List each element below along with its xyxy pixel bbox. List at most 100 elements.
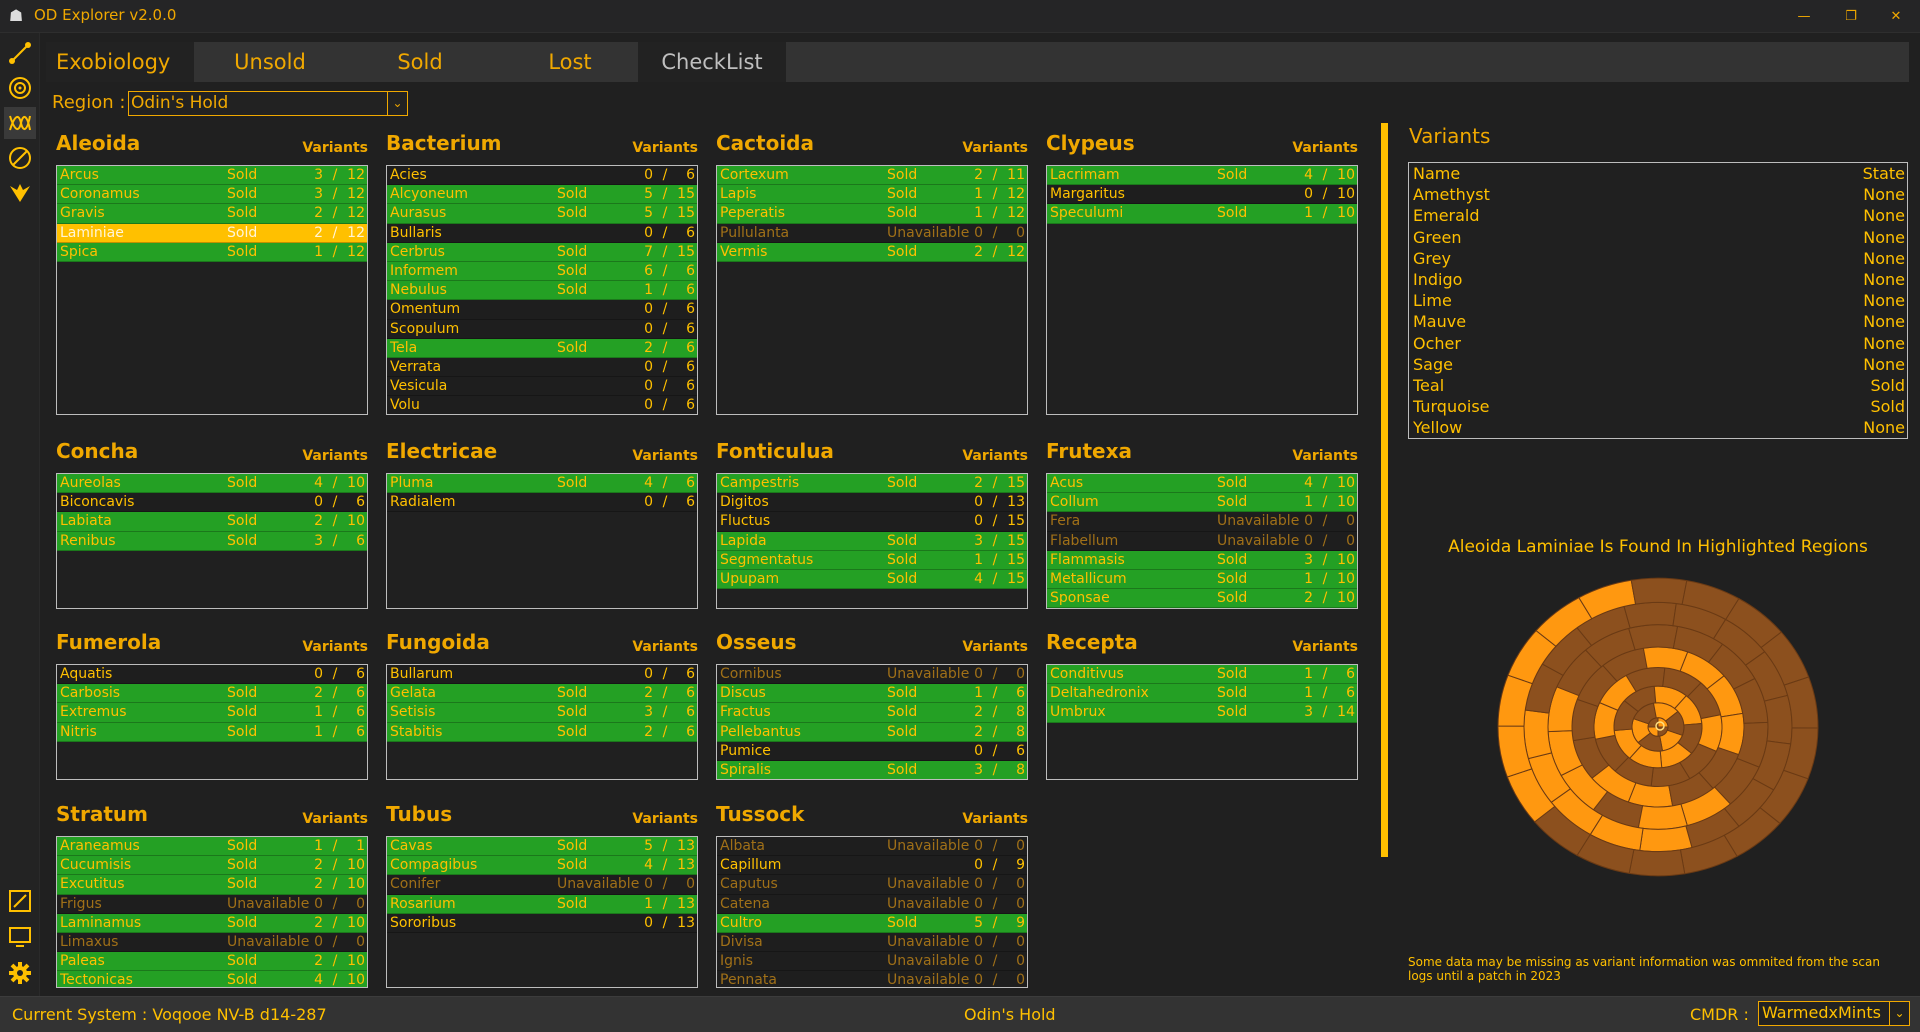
tab-exobiology[interactable]: Exobiology [46, 42, 194, 82]
close-button[interactable]: ✕ [1874, 4, 1918, 30]
tab-lost[interactable]: Lost [496, 42, 644, 82]
chevron-down-icon[interactable]: ⌄ [387, 92, 407, 115]
species-row[interactable]: Renibus Sold 3 / 6 [57, 531, 367, 551]
species-row[interactable]: Omentum 0 / 6 [387, 300, 697, 320]
species-row[interactable]: Conifer Unavailable 0/0 [387, 875, 697, 895]
species-row[interactable]: Spiralis Sold 3 / 8 [717, 760, 1027, 779]
species-row[interactable]: Vesicula 0 / 6 [387, 377, 697, 397]
variant-row[interactable]: Ocher None [1409, 333, 1907, 354]
species-row[interactable]: Cortexum Sold 2 / 11 [717, 166, 1027, 186]
species-row[interactable]: Carbosis Sold 2 / 6 [57, 684, 367, 704]
species-row[interactable]: Pullulanta Unavailable 0/0 [717, 223, 1027, 243]
species-row[interactable]: Tela Sold 2 / 6 [387, 338, 697, 358]
species-row[interactable]: Nebulus Sold 1 / 6 [387, 281, 697, 301]
variant-row[interactable]: Indigo None [1409, 269, 1907, 290]
species-row[interactable]: Alcyoneum Sold 5 / 15 [387, 185, 697, 205]
variant-row[interactable]: Emerald None [1409, 205, 1907, 226]
species-row[interactable]: Compagibus Sold 4 / 13 [387, 856, 697, 876]
minimize-button[interactable]: — [1782, 4, 1826, 30]
species-row[interactable]: Spica Sold 1 / 12 [57, 242, 367, 262]
species-row[interactable]: Excutitus Sold 2 / 10 [57, 875, 367, 895]
wings-icon[interactable] [4, 177, 36, 209]
dna-icon[interactable] [4, 107, 36, 139]
species-row[interactable]: Ignis Unavailable 0/0 [717, 952, 1027, 972]
species-row[interactable]: Capillum 0 / 9 [717, 856, 1027, 876]
species-row[interactable]: Verrata 0 / 6 [387, 357, 697, 378]
tab-checklist[interactable]: CheckList [638, 42, 786, 82]
species-row[interactable]: Margaritus 0 / 10 [1047, 185, 1357, 205]
species-row[interactable]: Fera Unavailable 0/0 [1047, 512, 1357, 532]
species-row[interactable]: Lapis Sold 1 / 12 [717, 185, 1027, 205]
species-row[interactable]: Metallicum Sold 1 / 10 [1047, 569, 1357, 590]
species-row[interactable]: Arcus Sold 3 / 12 [57, 166, 367, 186]
species-row[interactable]: Laminamus Sold 2 / 10 [57, 913, 367, 933]
variant-row[interactable]: Grey None [1409, 248, 1907, 269]
species-row[interactable]: Cavas Sold 5 / 13 [387, 837, 697, 857]
cmdr-select[interactable]: WarmedxMints ⌄ [1758, 1001, 1910, 1026]
monitor-icon[interactable] [4, 921, 36, 953]
species-row[interactable]: Cerbrus Sold 7 / 15 [387, 242, 697, 262]
species-row[interactable]: Araneamus Sold 1 / 1 [57, 837, 367, 857]
species-row[interactable]: Vermis Sold 2 / 12 [717, 242, 1027, 262]
species-row[interactable]: Discus Sold 1 / 6 [717, 684, 1027, 704]
species-row[interactable]: Acus Sold 4 / 10 [1047, 474, 1357, 494]
species-row[interactable]: Gelata Sold 2 / 6 [387, 684, 697, 704]
popout-icon[interactable] [4, 885, 36, 917]
species-row[interactable]: Segmentatus Sold 1 / 15 [717, 550, 1027, 570]
species-row[interactable]: Digitos 0 / 13 [717, 493, 1027, 513]
species-row[interactable]: Collum Sold 1 / 10 [1047, 493, 1357, 513]
species-row[interactable]: Tectonicas Sold 4 / 10 [57, 971, 367, 987]
region-select[interactable]: Odin's Hold ⌄ [128, 91, 408, 116]
tab-unsold[interactable]: Unsold [196, 42, 344, 82]
species-row[interactable]: Extremus Sold 1 / 6 [57, 703, 367, 723]
species-row[interactable]: Radialem 0 / 6 [387, 493, 697, 513]
variant-row[interactable]: Amethyst None [1409, 184, 1907, 205]
species-row[interactable]: Setisis Sold 3 / 6 [387, 703, 697, 723]
variant-row[interactable]: Turquoise Sold [1409, 396, 1907, 417]
species-row[interactable]: Pennata Unavailable 0/0 [717, 971, 1027, 987]
species-row[interactable]: Flammasis Sold 3 / 10 [1047, 550, 1357, 570]
species-row[interactable]: Lacrimam Sold 4 / 10 [1047, 166, 1357, 186]
variant-row[interactable]: Mauve None [1409, 311, 1907, 332]
species-row[interactable]: Laminiae Sold 2 / 12 [57, 223, 367, 243]
species-row[interactable]: Sponsae Sold 2 / 10 [1047, 589, 1357, 608]
route-icon[interactable] [4, 37, 36, 69]
variant-row[interactable]: Yellow None [1409, 417, 1907, 438]
species-row[interactable]: Biconcavis 0 / 6 [57, 493, 367, 513]
species-row[interactable]: Lapida Sold 3 / 15 [717, 531, 1027, 551]
species-row[interactable]: Cultro Sold 5 / 9 [717, 913, 1027, 933]
species-row[interactable]: Limaxus Unavailable 0/0 [57, 932, 367, 953]
species-row[interactable]: Catena Unavailable 0/0 [717, 894, 1027, 914]
species-row[interactable]: Coronamus Sold 3 / 12 [57, 185, 367, 205]
species-row[interactable]: Pumice 0 / 6 [717, 741, 1027, 761]
species-row[interactable]: Peperatis Sold 1 / 12 [717, 204, 1027, 224]
species-row[interactable]: Deltahedronix Sold 1 / 6 [1047, 684, 1357, 704]
species-row[interactable]: Aureolas Sold 4 / 10 [57, 474, 367, 494]
species-row[interactable]: Bullarum 0 / 6 [387, 665, 697, 685]
gear-icon[interactable] [4, 957, 36, 989]
species-row[interactable]: Umbrux Sold 3 / 14 [1047, 703, 1357, 723]
species-row[interactable]: Bullaris 0 / 6 [387, 223, 697, 243]
variant-row[interactable]: Green None [1409, 227, 1907, 248]
species-row[interactable]: Paleas Sold 2 / 10 [57, 952, 367, 972]
compass-icon[interactable] [4, 142, 36, 174]
species-row[interactable]: Volu 0 / 6 [387, 396, 697, 414]
species-row[interactable]: Fractus Sold 2 / 8 [717, 703, 1027, 723]
species-row[interactable]: Albata Unavailable 0/0 [717, 837, 1027, 857]
species-row[interactable]: Aquatis 0 / 6 [57, 665, 367, 685]
variant-row[interactable]: Sage None [1409, 354, 1907, 375]
species-row[interactable]: Speculumi Sold 1 / 10 [1047, 204, 1357, 224]
species-row[interactable]: Divisa Unavailable 0/0 [717, 932, 1027, 953]
species-row[interactable]: Caputus Unavailable 0/0 [717, 875, 1027, 895]
species-row[interactable]: Pellebantus Sold 2 / 8 [717, 722, 1027, 742]
species-row[interactable]: Stabitis Sold 2 / 6 [387, 722, 697, 742]
target-icon[interactable] [4, 72, 36, 104]
species-row[interactable]: Campestris Sold 2 / 15 [717, 474, 1027, 494]
species-row[interactable]: Flabellum Unavailable 0/0 [1047, 531, 1357, 551]
species-row[interactable]: Upupam Sold 4 / 15 [717, 569, 1027, 590]
species-row[interactable]: Conditivus Sold 1 / 6 [1047, 665, 1357, 685]
species-row[interactable]: Gravis Sold 2 / 12 [57, 204, 367, 224]
species-row[interactable]: Cucumisis Sold 2 / 10 [57, 856, 367, 876]
species-row[interactable]: Nitris Sold 1 / 6 [57, 722, 367, 742]
variant-row[interactable]: Lime None [1409, 290, 1907, 311]
